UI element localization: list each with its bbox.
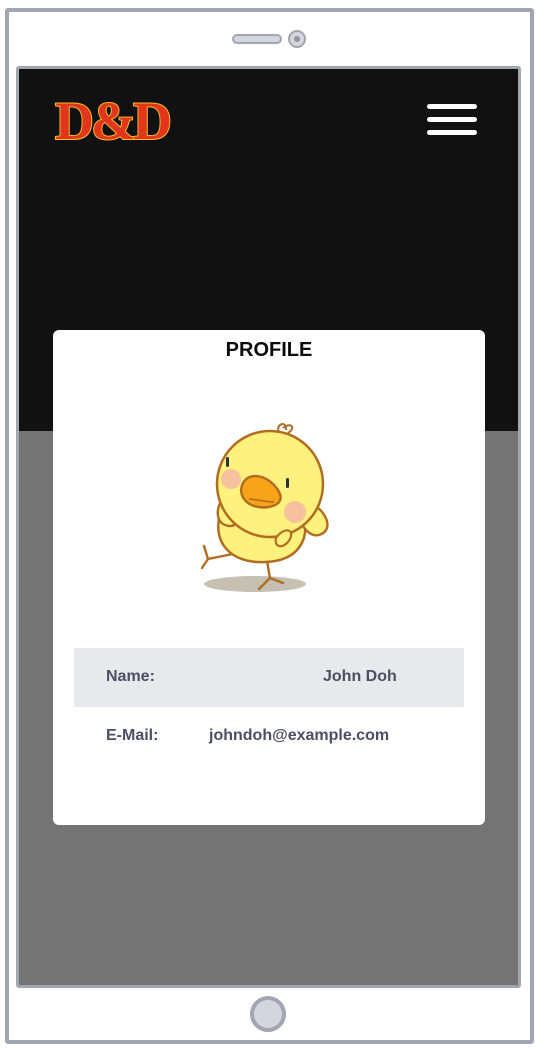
dnd-logo[interactable]: D&D xyxy=(51,87,171,157)
phone-speaker xyxy=(232,34,282,44)
email-label: E-Mail: xyxy=(106,727,159,744)
name-label: Name: xyxy=(106,668,155,685)
page-title: PROFILE xyxy=(225,339,313,361)
chick-avatar-icon xyxy=(200,423,329,592)
profile-email-row: E-Mail: johndoh@example.com xyxy=(74,707,464,767)
name-value: John Doh xyxy=(323,668,397,685)
phone-home-button[interactable] xyxy=(250,996,286,1032)
phone-screen: D&D PROFILE Name: John Doh E-Mail: johnd… xyxy=(16,66,521,988)
hamburger-menu-icon[interactable] xyxy=(424,99,480,141)
profile-card: PROFILE Name: John Doh E-Mail: johndoh@e… xyxy=(53,330,485,825)
profile-name-row: Name: John Doh xyxy=(74,648,464,708)
email-value: johndoh@example.com xyxy=(209,727,390,744)
dnd-logo-text: D&D xyxy=(55,91,170,151)
phone-camera xyxy=(288,30,306,48)
